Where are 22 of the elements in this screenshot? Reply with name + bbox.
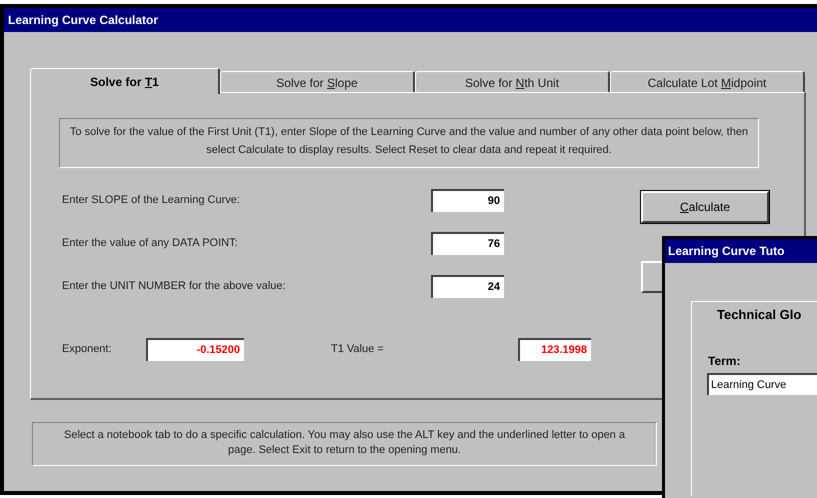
tab[interactable]: Solve for Slope [220,71,415,93]
field-label: Enter the value of any DATA POINT: [62,236,239,252]
tab[interactable]: Technical Glo [691,301,817,327]
field-label: Enter the UNIT NUMBER for the above value: [62,279,287,294]
tab[interactable]: Solve for Nth Unit [415,71,610,93]
input-field[interactable]: 76 [431,232,504,255]
result-field: 123.1998 [518,338,591,361]
result-label: Exponent: [62,342,113,358]
result-label: T1 Value = [331,342,385,358]
instructions-text: To solve for the value of the First Unit (T1), enter Slope of the Learning Curve and the value and number of any other data point below, then select Calculate to display results. Select Reset to clear data and repeat it required. [59,118,759,168]
window-title: Learning Curve Tuto [665,239,817,263]
tab[interactable]: Calculate Lot Midpoint [610,71,805,93]
input-field[interactable]: 90 [431,189,504,212]
field-label: Enter SLOPE of the Learning Curve: [62,193,241,208]
tab[interactable]: Solve for T1 [30,68,220,94]
result-field: -0.15200 [146,338,244,361]
window-title: Learning Curve Calculator [4,8,817,32]
input-field[interactable]: 24 [431,275,504,298]
term-label: Term: [708,353,740,370]
hint-text: Select a notebook tab to do a specific calculation. You may also use the ALT key and the underlined letter to open a page. Select Exit to return to the opening menu. [32,422,657,466]
term-field[interactable]: Learning Curve [707,373,817,395]
calculate-button[interactable]: Calculate [641,191,769,223]
